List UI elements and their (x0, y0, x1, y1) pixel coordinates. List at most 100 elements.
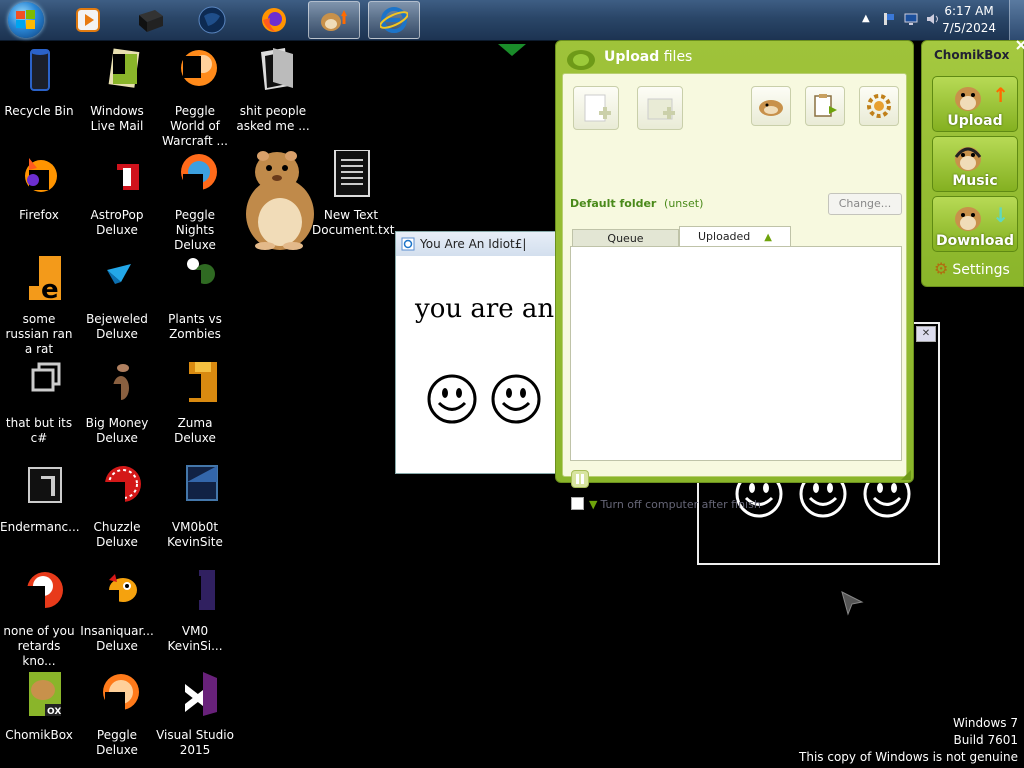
add-folder-button[interactable] (637, 86, 683, 130)
start-button[interactable] (8, 2, 44, 38)
green-pointer-icon (498, 44, 526, 56)
taskbar-chomikbox-button[interactable] (308, 1, 360, 39)
clock-date: 7/5/2024 (942, 21, 996, 35)
options-button[interactable] (859, 86, 899, 126)
turn-off-checkbox[interactable] (571, 497, 584, 510)
watermark-genuine: This copy of Windows is not genuine (799, 750, 1018, 764)
speaker-icon[interactable] (926, 12, 940, 26)
tab-label: Uploaded (698, 230, 751, 243)
icon-label: VM0 KevinSi... (167, 624, 223, 653)
change-folder-button[interactable]: Change... (828, 193, 902, 215)
idiot-window-titlebar[interactable]: You Are An Idiot£| (396, 232, 564, 256)
desktop-icon-windows-live-mail[interactable]: Windows Live Mail (78, 46, 156, 134)
taskbar-ie-button[interactable] (368, 1, 420, 39)
idiot-message: you are an i (415, 294, 565, 324)
desktop-icon-vm0-kevinsi[interactable]: VM0 KevinSi... (156, 566, 234, 654)
watermark-build: Build 7601 (953, 733, 1018, 747)
mouse-cursor-icon (841, 591, 864, 616)
desktop-icon-shit-people[interactable]: shit people asked me ... (234, 46, 312, 134)
taskbar-firefox-button[interactable] (248, 1, 300, 39)
desktop-icon-endermanc[interactable]: Endermanc... (0, 462, 80, 535)
add-folder-icon (647, 98, 675, 120)
side-music-button[interactable]: Music (932, 136, 1018, 192)
hamster-icon (759, 100, 783, 116)
close-button[interactable]: ✕ (916, 326, 936, 342)
chomikbox-side-panel: ChomikBox ↑ Upload Music ↓ Download ⚙ Se… (921, 40, 1024, 287)
chuzzle-icon (105, 466, 141, 508)
taskbar-media-player-button[interactable] (62, 1, 114, 39)
desktop-icon-firefox[interactable]: Firefox (0, 150, 78, 223)
firefox-icon (25, 158, 57, 192)
uploaded-files-list[interactable] (570, 246, 902, 461)
recycle-bin-icon (30, 49, 50, 91)
desktop-icon-big-money[interactable]: Big Money Deluxe (78, 358, 156, 446)
upload-arrow-icon: ↑ (992, 83, 1009, 107)
tab-uploaded[interactable]: Uploaded ▲ (679, 226, 791, 246)
clipboard-button[interactable] (805, 86, 845, 126)
show-hidden-icons-icon[interactable]: ▲ (862, 13, 870, 24)
show-desktop-button[interactable] (1009, 0, 1024, 40)
plants-vs-zombies-icon (183, 258, 215, 298)
taskbar-black-app-button[interactable] (124, 1, 176, 39)
pause-icon (576, 474, 584, 484)
side-upload-label: Upload (947, 113, 1003, 129)
desktop-icon-insaniquarium[interactable]: Insaniquar... Deluxe (78, 566, 156, 654)
tab-queue[interactable]: Queue (572, 229, 679, 246)
icon-label: some russian ran a rat (5, 312, 73, 356)
desktop-icon-bejeweled[interactable]: Bejeweled Deluxe (78, 254, 156, 342)
desktop-icon-recycle-bin[interactable]: Recycle Bin (0, 46, 78, 119)
idiot-window-title: You Are An Idiot£| (420, 237, 527, 251)
desktop-icon-vm0b0t[interactable]: VM0b0t KevinSite (156, 462, 234, 550)
desktop-icon-that-but-its-csharp[interactable]: that but its c# (0, 358, 78, 446)
idiot-window[interactable]: You Are An Idiot£| you are an i (395, 231, 565, 474)
upload-title-rest: files (659, 49, 693, 65)
add-file-button[interactable] (573, 86, 619, 130)
desktop-icon-zuma[interactable]: Zuma Deluxe (156, 358, 234, 446)
side-settings-button[interactable]: ⚙ Settings (934, 259, 1010, 278)
turn-off-option[interactable]: ▼ Turn off computer after finish (571, 497, 761, 511)
sort-ascending-icon: ▲ (764, 232, 772, 243)
smiley-face-icon (491, 374, 541, 424)
desktop-icon-some-russian[interactable]: e some russian ran a rat (0, 254, 78, 357)
desktop-icon-plants-vs-zombies[interactable]: Plants vs Zombies (156, 254, 234, 342)
pause-button[interactable] (571, 470, 589, 488)
icon-label: Insaniquar... Deluxe (80, 624, 154, 653)
desktop-icon-visual-studio[interactable]: Visual Studio 2015 (156, 670, 234, 758)
desktop-icon-astropop[interactable]: AstroPop Deluxe (78, 150, 156, 238)
taskbar-globe-button[interactable] (186, 1, 238, 39)
clock-time: 6:17 AM (944, 4, 994, 18)
watermark-os: Windows 7 (952, 716, 1018, 730)
close-icon[interactable] (1015, 39, 1024, 51)
side-download-button[interactable]: ↓ Download (932, 196, 1018, 252)
desktop-icon-peggle-nights[interactable]: Peggle Nights Deluxe (156, 150, 234, 253)
system-tray: ▲ 6:17 AM 7/5/2024 (834, 0, 1024, 40)
firefox-icon (262, 8, 286, 32)
insaniquarium-icon (105, 574, 137, 610)
text-document-icon (334, 149, 370, 197)
icon-label: VM0b0t KevinSite (167, 520, 223, 549)
hamster-pet-icon[interactable] (235, 148, 325, 252)
windows-stack-icon (31, 362, 61, 392)
network-flag-icon[interactable] (882, 12, 896, 26)
side-panel-title: ChomikBox (934, 48, 1010, 62)
chomik-button[interactable] (751, 86, 791, 126)
clock[interactable]: 6:17 AM 7/5/2024 (942, 3, 996, 37)
icon-label: Peggle Nights Deluxe (174, 208, 216, 252)
desktop-icon-chuzzle[interactable]: Chuzzle Deluxe (78, 462, 156, 550)
turn-off-label: Turn off computer after finish (600, 498, 761, 511)
gear-icon: ⚙ (934, 259, 949, 278)
icon-label: none of you retards kno... (3, 624, 75, 668)
desktop-icon-peggle-deluxe[interactable]: Peggle Deluxe (78, 670, 156, 758)
side-upload-button[interactable]: ↑ Upload (932, 76, 1018, 132)
side-music-label: Music (952, 173, 998, 189)
icon-label: Peggle World of Warcraft ... (162, 104, 228, 148)
icon-label: Bejeweled Deluxe (86, 312, 148, 341)
desktop-icon-chomikbox[interactable]: OX ChomikBox (0, 670, 78, 743)
upload-files-window[interactable]: Upload files Default folder (unset) Chan… (555, 40, 914, 511)
desktop-icon-none-of-you[interactable]: none of you retards kno... (0, 566, 78, 669)
default-folder-row: Default folder (unset) (570, 197, 703, 210)
desktop-icon-peggle-wow[interactable]: Peggle World of Warcraft ... (156, 46, 234, 149)
monitor-icon[interactable] (904, 12, 918, 26)
resize-grip-icon[interactable] (901, 470, 911, 480)
icon-label: Big Money Deluxe (85, 416, 149, 445)
